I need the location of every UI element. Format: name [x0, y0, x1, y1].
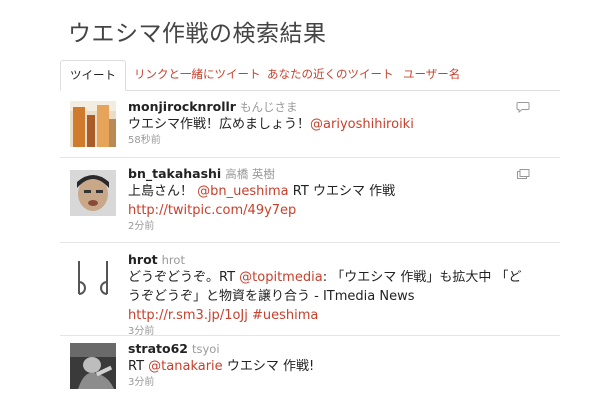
tweet-timestamp[interactable]: 3分前 — [128, 376, 532, 390]
tab-tweets[interactable]: ツイート — [60, 60, 126, 91]
avatar[interactable] — [70, 101, 116, 147]
avatar-image — [70, 343, 116, 389]
reply-icon[interactable] — [516, 98, 530, 114]
tweet-username[interactable]: hrot — [128, 252, 158, 267]
tweet-timestamp[interactable]: 2分前 — [128, 220, 532, 234]
hashtag-link[interactable]: #ueshima — [252, 308, 318, 323]
page-title: ウエシマ作戦の検索結果 — [68, 21, 327, 47]
mention-link[interactable]: @bn_ueshima — [197, 184, 288, 199]
tweet-username[interactable]: strato62 — [128, 341, 188, 356]
tweet-item: hrot hrot どうぞどうぞ。RT @topitmedia: 「ウエシマ 作戦… — [60, 243, 560, 337]
tweet-text: どうぞどうぞ。RT — [128, 270, 236, 285]
tab-usernames[interactable]: ユーザー名 — [403, 60, 460, 89]
mention-link[interactable]: @tanakarie — [148, 359, 223, 374]
avatar-image — [70, 255, 116, 301]
retweet-icon[interactable] — [516, 165, 530, 179]
tweet-text: ウエシマ 作戦! — [226, 359, 315, 374]
mention-link[interactable]: @topitmedia — [239, 270, 323, 285]
tweet-text: RT ウエシマ 作戦 — [292, 184, 396, 199]
avatar[interactable] — [70, 255, 116, 301]
mention-link[interactable]: @ariyoshihiroiki — [310, 117, 414, 132]
avatar-image — [70, 170, 116, 216]
tweet-timestamp[interactable]: 58秒前 — [128, 134, 532, 148]
tweet-url-link[interactable]: http://twitpic.com/49y7ep — [128, 203, 296, 218]
tweet-realname: hrot — [161, 253, 185, 267]
avatar-image — [70, 101, 116, 147]
tweet-item: strato62 tsyoi RT @tanakarie ウエシマ 作戦! 3分前 — [60, 336, 560, 400]
tab-tweets-with-links[interactable]: リンクと一緒にツイート — [134, 60, 261, 89]
tweet-text: ウエシマ作戦！広めましょう！ — [128, 117, 311, 132]
tweet-realname: 高橋 英樹 — [225, 167, 275, 181]
avatar[interactable] — [70, 170, 116, 216]
avatar[interactable] — [70, 343, 116, 389]
tweet-item: monjirocknrollr もんじさま ウエシマ作戦！広めましょう！@ariy… — [60, 91, 560, 158]
tweet-url-link[interactable]: http://r.sm3.jp/1oJj — [128, 308, 248, 323]
tweet-realname: もんじさま — [239, 100, 298, 114]
tab-tweets-near-you[interactable]: あなたの近くのツイート — [267, 60, 394, 89]
tweet-username[interactable]: monjirocknrollr — [128, 99, 236, 114]
tweet-text: 上島さん！ — [128, 184, 194, 199]
tweet-username[interactable]: bn_takahashi — [128, 166, 221, 181]
tweet-realname: tsyoi — [191, 342, 220, 356]
tweet-text: RT — [128, 359, 145, 374]
search-tabs: ツイート リンクと一緒にツイート あなたの近くのツイート ユーザー名 — [60, 60, 560, 91]
tweet-item: bn_takahashi 高橋 英樹 上島さん！ @bn_ueshima RT ウ… — [60, 158, 560, 243]
